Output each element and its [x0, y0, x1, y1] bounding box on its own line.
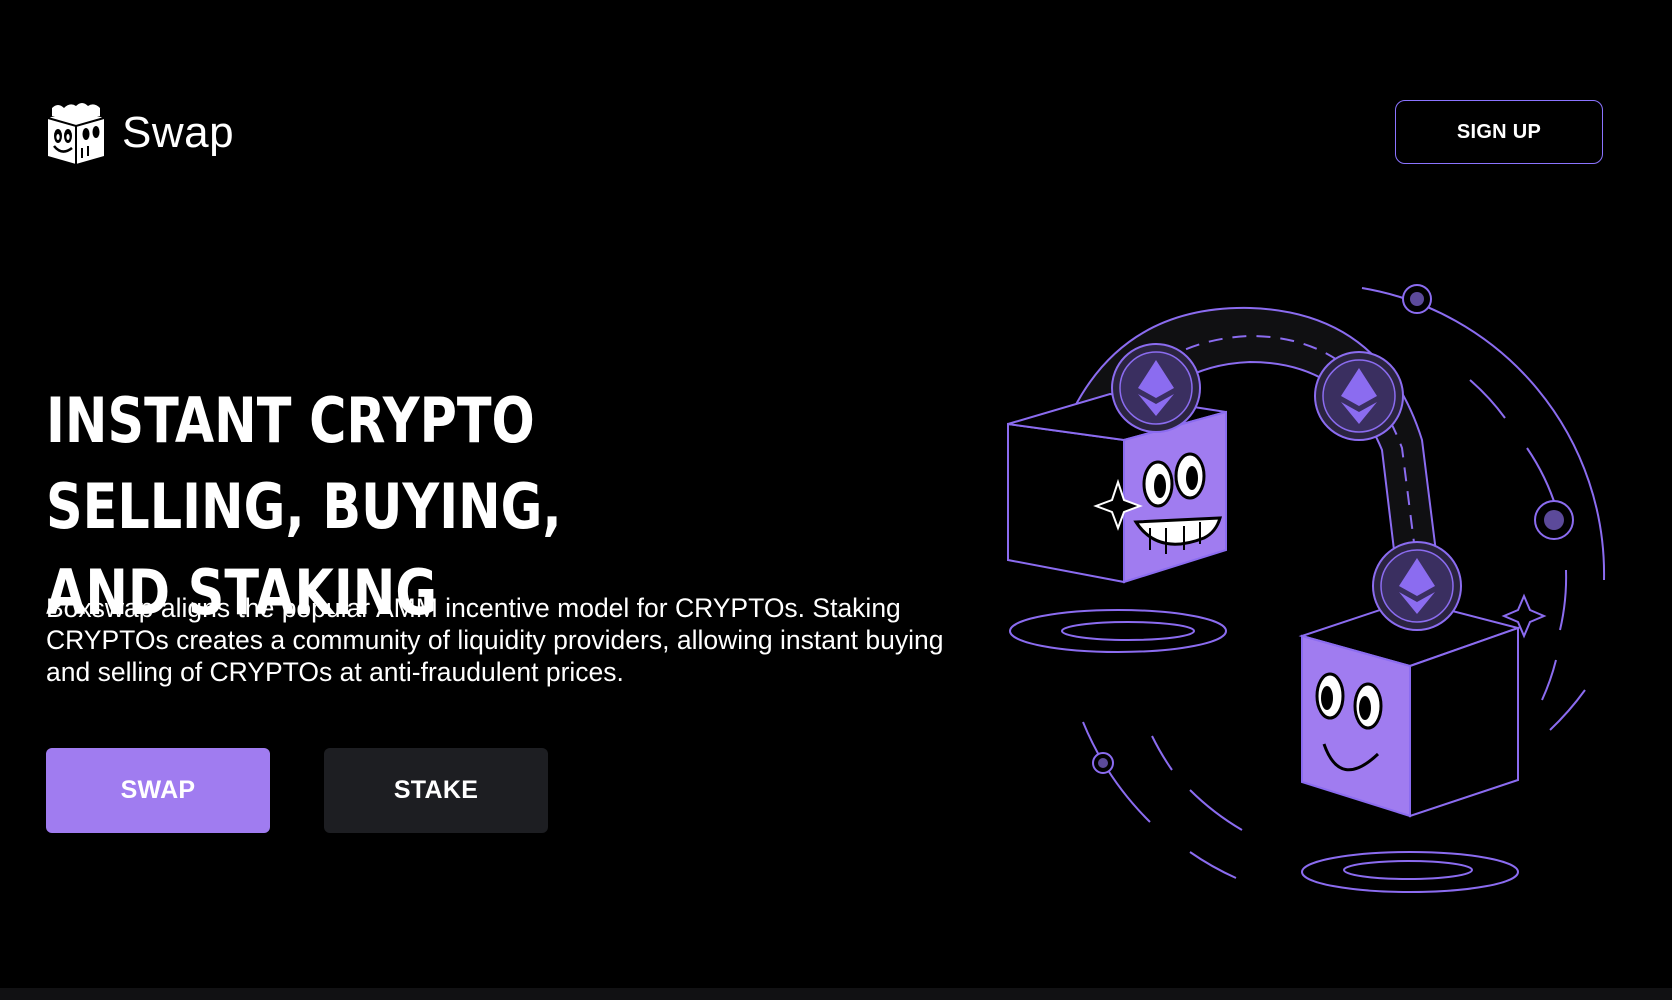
bottom-strip [0, 988, 1672, 1000]
crypto-boxes-illustration [1007, 284, 1606, 893]
landing-page: Swap SIGN UP INSTANT CRYPTO SELLING, BUY… [0, 0, 1672, 1000]
logo-text: Swap [122, 108, 235, 157]
box-logo-icon [47, 103, 105, 164]
logo[interactable]: Swap [44, 100, 234, 166]
left-box [1007, 392, 1227, 653]
ethereum-icon [1372, 541, 1462, 631]
hero-title-line-1: INSTANT CRYPTO SELLING, BUYING, [46, 384, 562, 543]
hero-description: Boxswap aligns the popular AMM incentive… [46, 593, 944, 687]
ethereum-icon [1314, 351, 1404, 441]
ethereum-icon [1111, 343, 1201, 433]
swap-button[interactable]: SWAP [46, 748, 270, 833]
sign-up-button[interactable]: SIGN UP [1395, 100, 1603, 164]
right-box [1298, 593, 1547, 893]
stake-button[interactable]: STAKE [324, 748, 548, 833]
